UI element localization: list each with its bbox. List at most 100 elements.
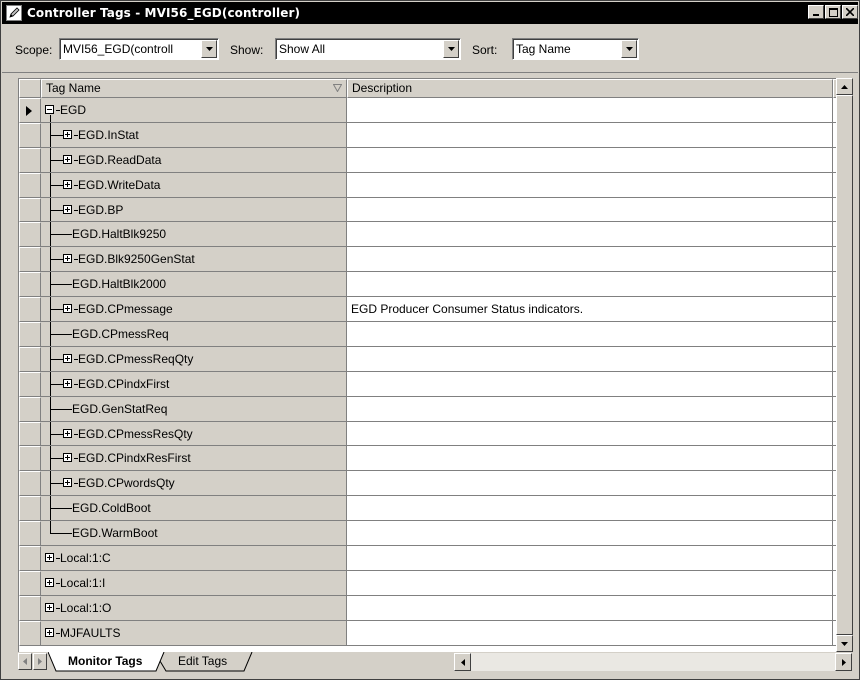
description-cell[interactable] (347, 371, 833, 397)
description-cell[interactable] (347, 446, 833, 472)
description-cell[interactable] (347, 546, 833, 571)
expand-icon[interactable] (63, 204, 72, 214)
row-selector[interactable] (19, 620, 41, 646)
expand-icon[interactable] (63, 304, 72, 314)
tag-name-cell[interactable]: EGD.CPmessage (41, 297, 347, 323)
row-selector[interactable] (19, 346, 41, 372)
tag-name-cell[interactable]: EGD.CPmessResQty (41, 421, 347, 447)
row-selector[interactable] (19, 122, 41, 148)
description-cell[interactable] (347, 222, 833, 248)
row-selector[interactable] (19, 421, 41, 447)
expand-icon[interactable] (63, 453, 72, 463)
table-row[interactable]: EGD.WarmBoot (19, 521, 836, 547)
table-row[interactable]: Local:1:I (19, 570, 836, 596)
row-selector[interactable] (19, 247, 41, 273)
table-row[interactable]: EGD.HaltBlk2000 (19, 272, 836, 298)
tag-name-cell[interactable]: EGD.WarmBoot (41, 521, 347, 547)
tab-monitor-tags[interactable]: Monitor Tags (60, 652, 150, 671)
tag-name-cell[interactable]: EGD.CPwordsQty (41, 471, 347, 497)
sort-dropdown-button[interactable] (621, 40, 637, 58)
description-cell[interactable] (347, 98, 833, 123)
row-selector[interactable] (19, 98, 41, 123)
tag-name-cell[interactable]: Local:1:I (41, 570, 347, 596)
description-cell[interactable] (347, 570, 833, 596)
tag-name-cell[interactable]: EGD.CPmessReq (41, 322, 347, 347)
row-selector[interactable] (19, 197, 41, 223)
table-row[interactable]: Local:1:O (19, 595, 836, 621)
description-cell[interactable] (347, 322, 833, 347)
tab-edit-tags[interactable]: Edit Tags (170, 652, 235, 671)
row-selector[interactable] (19, 496, 41, 522)
close-button[interactable] (842, 5, 858, 19)
table-row[interactable]: EGD.CPmessResQty (19, 421, 836, 447)
tag-name-cell[interactable]: EGD.ColdBoot (41, 496, 347, 522)
expand-icon[interactable] (45, 577, 54, 587)
table-row[interactable]: EGD.InStat (19, 122, 836, 148)
table-row[interactable]: EGD.ColdBoot (19, 496, 836, 522)
row-selector-header[interactable] (19, 79, 41, 98)
scroll-up-button[interactable] (836, 78, 853, 95)
table-row[interactable]: EGD.ReadData (19, 147, 836, 173)
tag-name-cell[interactable]: EGD.ReadData (41, 147, 347, 173)
table-row[interactable]: EGD.CPwordsQty (19, 471, 836, 497)
tag-name-cell[interactable]: EGD.Blk9250GenStat (41, 247, 347, 273)
table-row[interactable]: EGD.CPindxFirst (19, 371, 836, 397)
row-selector[interactable] (19, 546, 41, 571)
description-cell[interactable] (347, 147, 833, 173)
tag-name-cell[interactable]: EGD.GenStatReq (41, 396, 347, 422)
description-cell[interactable] (347, 620, 833, 646)
tag-name-cell[interactable]: EGD.WriteData (41, 172, 347, 198)
tag-name-cell[interactable]: EGD (41, 98, 347, 123)
expand-icon[interactable] (63, 179, 72, 189)
description-cell[interactable] (347, 595, 833, 621)
title-bar[interactable]: Controller Tags - MVI56_EGD(controller) (2, 2, 858, 24)
table-row[interactable]: EGD.CPmessReqQty (19, 346, 836, 372)
description-cell[interactable] (347, 471, 833, 497)
vertical-scrollbar[interactable] (836, 78, 853, 652)
horizontal-scroll-track[interactable] (471, 653, 835, 671)
scroll-right-button[interactable] (835, 653, 852, 671)
description-cell[interactable] (347, 521, 833, 547)
table-row[interactable]: EGD.BP (19, 197, 836, 223)
tag-name-cell[interactable]: EGD.HaltBlk2000 (41, 272, 347, 298)
description-cell[interactable]: EGD Producer Consumer Status indicators. (347, 297, 833, 323)
scope-dropdown-button[interactable] (201, 40, 217, 58)
description-cell[interactable] (347, 122, 833, 148)
expand-icon[interactable] (63, 154, 72, 164)
row-selector[interactable] (19, 172, 41, 198)
show-dropdown-button[interactable] (443, 40, 459, 58)
tag-name-cell[interactable]: Local:1:O (41, 595, 347, 621)
row-selector[interactable] (19, 471, 41, 497)
minimize-button[interactable] (808, 5, 824, 19)
tag-name-cell[interactable]: EGD.BP (41, 197, 347, 223)
expand-icon[interactable] (63, 428, 72, 438)
row-selector[interactable] (19, 521, 41, 547)
table-row[interactable]: EGD.HaltBlk9250 (19, 222, 836, 248)
column-header-description[interactable]: Description (347, 79, 833, 98)
description-cell[interactable] (347, 197, 833, 223)
expand-icon[interactable] (63, 378, 72, 388)
scroll-left-button[interactable] (454, 653, 471, 671)
tag-name-cell[interactable]: EGD.HaltBlk9250 (41, 222, 347, 248)
description-cell[interactable] (347, 247, 833, 273)
expand-icon[interactable] (45, 553, 54, 563)
description-cell[interactable] (347, 172, 833, 198)
table-row[interactable]: EGD.CPmessReq (19, 322, 836, 347)
tag-name-cell[interactable]: EGD.CPindxFirst (41, 371, 347, 397)
horizontal-scrollbar[interactable] (454, 653, 852, 671)
row-selector[interactable] (19, 570, 41, 596)
tag-name-cell[interactable]: EGD.InStat (41, 122, 347, 148)
collapse-icon[interactable] (45, 105, 54, 114)
expand-icon[interactable] (45, 602, 54, 612)
row-selector[interactable] (19, 322, 41, 347)
tag-name-cell[interactable]: MJFAULTS (41, 620, 347, 646)
description-cell[interactable] (347, 496, 833, 522)
row-selector[interactable] (19, 371, 41, 397)
scroll-down-button[interactable] (836, 635, 853, 652)
show-select[interactable]: Show All (275, 38, 461, 60)
table-row[interactable]: EGD.GenStatReq (19, 396, 836, 422)
table-row[interactable]: EGD.CPmessage EGD Producer Consumer Statu… (19, 297, 836, 323)
table-row[interactable]: EGD.WriteData (19, 172, 836, 198)
row-selector[interactable] (19, 595, 41, 621)
table-row[interactable]: EGD (19, 98, 836, 123)
